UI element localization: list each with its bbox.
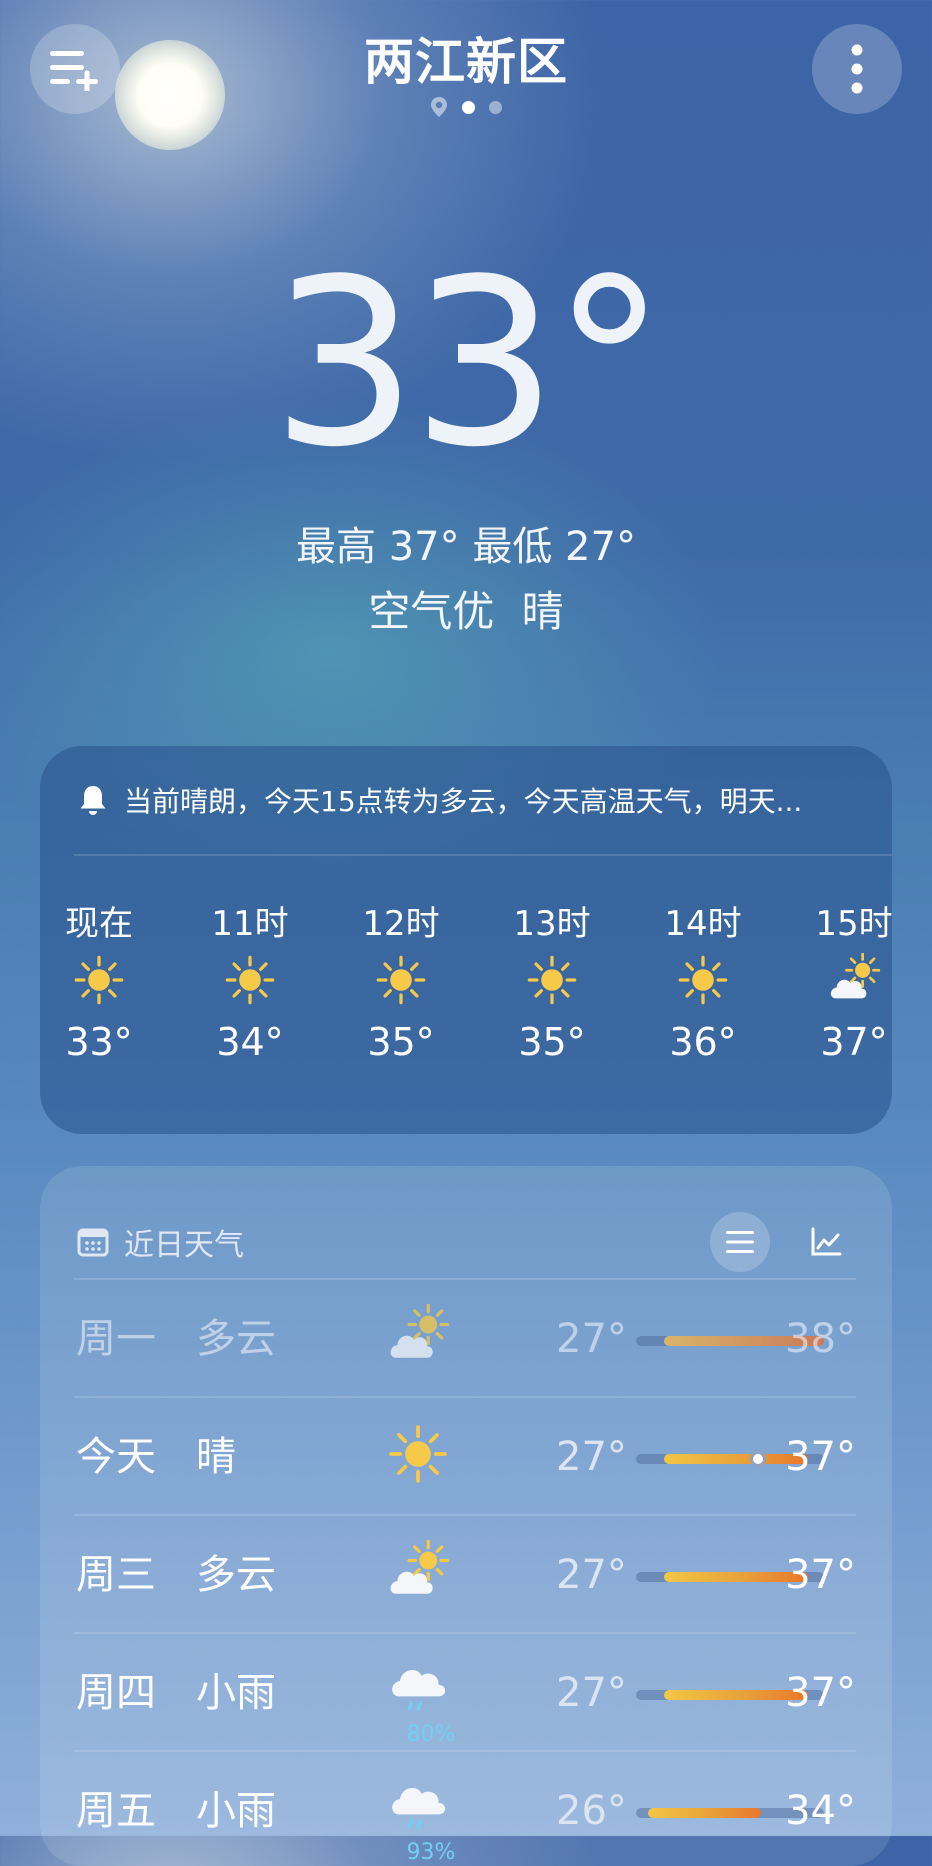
city-name[interactable]: 两江新区 [0,22,932,94]
alert-text: 当前晴朗，今天15点转为多云，今天高温天气，明天... [124,785,803,818]
sunny-icon [346,940,456,1020]
list-view-button[interactable] [710,1212,770,1272]
low-temperature: 27° [556,1670,627,1716]
hour-time: 现在 [65,904,133,944]
hour-time: 13时 [513,904,591,944]
day-label: 周五 [76,1788,156,1834]
page-dot-2[interactable] [489,100,502,114]
low-temperature: 27° [556,1552,627,1598]
daily-row[interactable]: 周三 多云 27° 37° [76,1516,856,1634]
hour-temperature: 35° [518,1020,586,1064]
low-temperature: 27° [556,1316,627,1362]
hourly-forecast-card: 当前晴朗，今天15点转为多云，今天高温天气，明天... 现在 33° 11时 34° 1… [40,746,892,1134]
hour-time: 15时 [815,904,892,944]
day-label: 今天 [76,1434,156,1480]
partly-cloudy-icon [386,1539,450,1610]
hour-temperature: 34° [216,1020,284,1064]
list-view-icon [726,1231,754,1253]
high-temperature: 37° [785,1434,856,1480]
condition-label: 多云 [196,1316,276,1362]
daily-forecast-card: 近日天气 周一 多云 27° 38° 今天晴 27° 37° 周三 多云 27° 37° 周四 小雨… [40,1166,892,1866]
current-temperature-dot [749,1451,766,1467]
day-label: 周四 [76,1670,156,1716]
sunny-icon [386,1422,450,1492]
calendar-icon [77,1228,109,1257]
high-temperature: 34° [785,1788,856,1834]
sunny-icon [195,940,305,1020]
air-quality-condition[interactable]: 空气优 晴 [0,578,932,639]
hourly-item[interactable]: 11时 34° [195,896,305,1064]
sunny-icon [44,940,154,1020]
day-label: 周一 [76,1316,156,1362]
chart-view-button[interactable] [796,1212,856,1272]
hourly-list[interactable]: 现在 33° 11时 34° 12时 35° 13时 35° 14时 36° 15时 37° [40,896,892,1126]
rain-icon [386,1658,450,1728]
hour-time: 11时 [211,904,289,944]
daily-header: 近日天气 [76,1206,856,1278]
condition-label: 小雨 [196,1670,276,1716]
location-pin-icon [431,97,447,117]
hour-time: 12时 [362,904,440,944]
precipitation-chance: 93% [406,1840,456,1865]
daily-row[interactable]: 周五 小雨 93% 26° 34° [76,1752,856,1866]
weather-alert[interactable]: 当前晴朗，今天15点转为多云，今天高温天气，明天... [76,780,862,820]
low-temperature: 27° [556,1434,627,1480]
precipitation-chance: 80% [406,1722,456,1747]
hourly-item[interactable]: 14时 36° [648,896,758,1064]
sunny-icon [648,940,758,1020]
chart-view-icon [811,1227,842,1256]
hourly-item[interactable]: 15时 37° [799,896,892,1064]
high-temperature: 37° [785,1670,856,1716]
hour-time: 14时 [664,904,742,944]
hourly-item[interactable]: 13时 35° [497,896,607,1064]
current-temperature: 33° [271,231,667,498]
hourly-item[interactable]: 12时 35° [346,896,456,1064]
condition-label: 多云 [196,1552,276,1598]
daily-title: 近日天气 [124,1228,244,1263]
low-temperature: 26° [556,1788,627,1834]
more-vertical-icon [851,44,863,94]
hour-temperature: 33° [65,1020,133,1064]
high-temperature: 37° [785,1552,856,1598]
partly-cloudy-icon [386,1303,450,1374]
daily-row[interactable]: 周四 小雨 80% 27° 37° [76,1634,856,1752]
hour-temperature: 35° [367,1020,435,1064]
partly-cloudy-icon [799,940,892,1020]
high-temperature: 38° [785,1316,856,1362]
hourly-divider [74,854,892,856]
condition-label: 小雨 [196,1788,276,1834]
high-low-temperature: 最高 37° 最低 27° [296,524,636,570]
condition-label: 晴 [196,1434,236,1480]
daily-row[interactable]: 今天晴 27° 37° [76,1398,856,1516]
sunny-icon [497,940,607,1020]
day-label: 周三 [76,1552,156,1598]
daily-row[interactable]: 周一 多云 27° 38° [76,1280,856,1398]
bell-icon [80,786,106,815]
hour-temperature: 36° [669,1020,737,1064]
hourly-item[interactable]: 现在 33° [44,896,154,1064]
page-indicator [0,96,932,118]
temperature-range-fill [648,1808,762,1818]
hour-temperature: 37° [820,1020,888,1064]
more-options-button[interactable] [812,24,902,114]
page-dot-1[interactable] [462,100,475,114]
